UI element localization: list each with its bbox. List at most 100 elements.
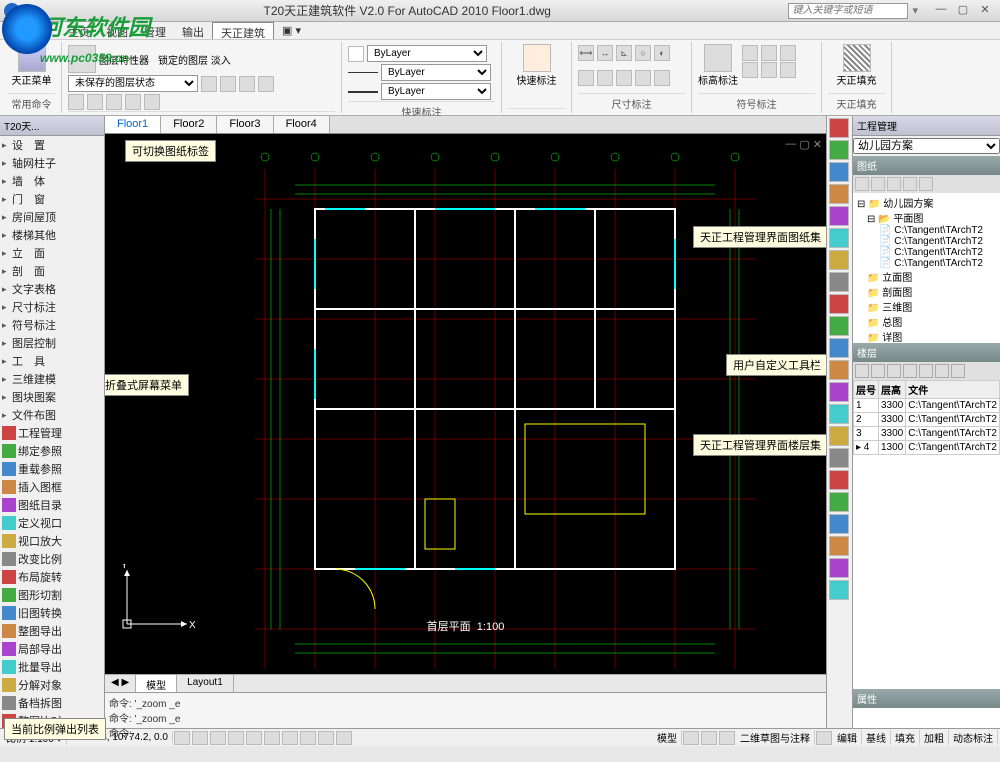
- color-combo[interactable]: ByLayer: [367, 45, 487, 62]
- custom-tool-icon[interactable]: [829, 580, 849, 600]
- command-line[interactable]: 命令: '_zoom _e 命令: '_zoom _e 命令:: [105, 692, 826, 728]
- sidebar-item[interactable]: ▸三维建模: [0, 370, 104, 388]
- sidebar-item[interactable]: ▸符号标注: [0, 316, 104, 334]
- dim-icon[interactable]: ◐: [654, 45, 670, 61]
- sb-icon[interactable]: [701, 731, 717, 745]
- sidebar-subitem[interactable]: 重载参照: [0, 460, 104, 478]
- drawing-tree[interactable]: ⊟ 📁 幼儿园方案 ⊟ 📂 平面图📄 C:\Tangent\TArchT2📄 C…: [853, 193, 1000, 343]
- model-button[interactable]: 模型: [653, 730, 682, 745]
- custom-tool-icon[interactable]: [829, 162, 849, 182]
- sidebar-item[interactable]: ▸楼梯其他: [0, 226, 104, 244]
- sb-icon[interactable]: [816, 731, 832, 745]
- dim-icon[interactable]: [616, 70, 632, 86]
- custom-tool-icon[interactable]: [829, 536, 849, 556]
- sidebar-subitem[interactable]: 备档拆图: [0, 694, 104, 712]
- layer-tool-icon[interactable]: [258, 76, 274, 92]
- sidebar-item[interactable]: ▸剖 面: [0, 262, 104, 280]
- sidebar-subitem[interactable]: 局部导出: [0, 640, 104, 658]
- menu-1[interactable]: 视图: [98, 22, 136, 39]
- sidebar-subitem[interactable]: 改变比例: [0, 550, 104, 568]
- sidebar-subitem[interactable]: 旧图转换: [0, 604, 104, 622]
- sidebar-subitem[interactable]: 定义视口: [0, 514, 104, 532]
- dropdown-icon[interactable]: ▾: [912, 4, 918, 17]
- sidebar-subitem[interactable]: 插入图框: [0, 478, 104, 496]
- custom-tool-icon[interactable]: [829, 404, 849, 424]
- sidebar-subitem[interactable]: 图形切割: [0, 586, 104, 604]
- custom-tool-icon[interactable]: [829, 492, 849, 512]
- sidebar-subitem[interactable]: 分解对象: [0, 676, 104, 694]
- floor-tool-icon[interactable]: [951, 364, 965, 378]
- tianzheng-menu-icon[interactable]: [18, 44, 46, 72]
- floor-tool-icon[interactable]: [887, 364, 901, 378]
- table-row[interactable]: 33300C:\Tangent\TArchT2: [854, 427, 1000, 441]
- floor-tool-icon[interactable]: [935, 364, 949, 378]
- tree-node[interactable]: 📁 立面图: [855, 269, 998, 284]
- sidebar-item[interactable]: ▸图块图案: [0, 388, 104, 406]
- tree-node[interactable]: ⊟ 📂 平面图: [855, 210, 998, 225]
- sidebar-item[interactable]: ▸立 面: [0, 244, 104, 262]
- custom-tool-icon[interactable]: [829, 184, 849, 204]
- tree-leaf[interactable]: 📄 C:\Tangent\TArchT2: [855, 258, 998, 269]
- drawing-tab[interactable]: Floor1: [105, 116, 161, 133]
- dim-icon[interactable]: [578, 70, 594, 86]
- custom-tool-icon[interactable]: [829, 316, 849, 336]
- layer-tool-icon[interactable]: [201, 76, 217, 92]
- menu-0[interactable]: 主页: [60, 22, 98, 39]
- dyn-dim-toggle[interactable]: 动态标注: [949, 730, 998, 745]
- floor-tool-icon[interactable]: [855, 364, 869, 378]
- linetype-combo[interactable]: ByLayer: [381, 64, 491, 81]
- layer-state-combo[interactable]: 未保存的图层状态: [68, 75, 198, 92]
- dyn-icon[interactable]: [300, 731, 316, 745]
- layer-icon[interactable]: [125, 94, 141, 110]
- edit-toggle[interactable]: 编辑: [833, 730, 862, 745]
- custom-tool-icon[interactable]: [829, 228, 849, 248]
- tree-node[interactable]: 📁 三维图: [855, 299, 998, 314]
- custom-tool-icon[interactable]: [829, 426, 849, 446]
- sidebar-item[interactable]: ▸文字表格: [0, 280, 104, 298]
- hatch-icon[interactable]: [843, 44, 871, 72]
- custom-tool-icon[interactable]: [829, 118, 849, 138]
- dim-icon[interactable]: [635, 70, 651, 86]
- custom-tool-icon[interactable]: [829, 140, 849, 160]
- dim-icon[interactable]: ○: [635, 45, 651, 61]
- custom-tool-icon[interactable]: [829, 294, 849, 314]
- sidebar-item[interactable]: ▸图层控制: [0, 334, 104, 352]
- custom-tool-icon[interactable]: [829, 360, 849, 380]
- project-select[interactable]: 幼儿园方案: [853, 138, 1000, 154]
- layer-tool-icon[interactable]: [220, 76, 236, 92]
- menu-4[interactable]: 天正建筑: [212, 22, 274, 39]
- sb-icon[interactable]: [719, 731, 735, 745]
- quick-dim-icon[interactable]: [523, 44, 551, 72]
- sym-icon[interactable]: [742, 62, 758, 78]
- tree-tool-icon[interactable]: [903, 177, 917, 191]
- sidebar-item[interactable]: ▸轴网柱子: [0, 154, 104, 172]
- layer-icon[interactable]: [144, 94, 160, 110]
- dim-icon[interactable]: [597, 70, 613, 86]
- osnap-icon[interactable]: [246, 731, 262, 745]
- drawing-tab[interactable]: Floor3: [217, 116, 273, 133]
- custom-tool-icon[interactable]: [829, 382, 849, 402]
- table-row[interactable]: 13300C:\Tangent\TArchT2: [854, 399, 1000, 413]
- tab-nav-icon[interactable]: ◀ ▶: [105, 675, 136, 692]
- sidebar-subitem[interactable]: 布局旋转: [0, 568, 104, 586]
- tree-node[interactable]: 📁 剖面图: [855, 284, 998, 299]
- close-button[interactable]: ✕: [974, 3, 996, 19]
- dim-icon[interactable]: [654, 70, 670, 86]
- canvas-close-icon[interactable]: ✕: [813, 138, 822, 151]
- sidebar-subitem[interactable]: 视口放大: [0, 532, 104, 550]
- menu-extra-icon[interactable]: ▣ ▾: [274, 22, 309, 39]
- custom-tool-icon[interactable]: [829, 448, 849, 468]
- baseline-toggle[interactable]: 基线: [862, 730, 891, 745]
- tree-node[interactable]: 📁 总图: [855, 314, 998, 329]
- layer-icon[interactable]: [87, 94, 103, 110]
- custom-tool-icon[interactable]: [829, 206, 849, 226]
- tree-tool-icon[interactable]: [871, 177, 885, 191]
- custom-tool-icon[interactable]: [829, 272, 849, 292]
- props-section-header[interactable]: 属性: [853, 689, 1000, 708]
- sidebar-subitem[interactable]: 整图导出: [0, 622, 104, 640]
- floors-section-header[interactable]: 楼层: [853, 343, 1000, 362]
- canvas-min-icon[interactable]: —: [785, 138, 796, 151]
- tree-node[interactable]: 📁 详图: [855, 329, 998, 343]
- sidebar-item[interactable]: ▸房间屋顶: [0, 208, 104, 226]
- sidebar-item[interactable]: ▸尺寸标注: [0, 298, 104, 316]
